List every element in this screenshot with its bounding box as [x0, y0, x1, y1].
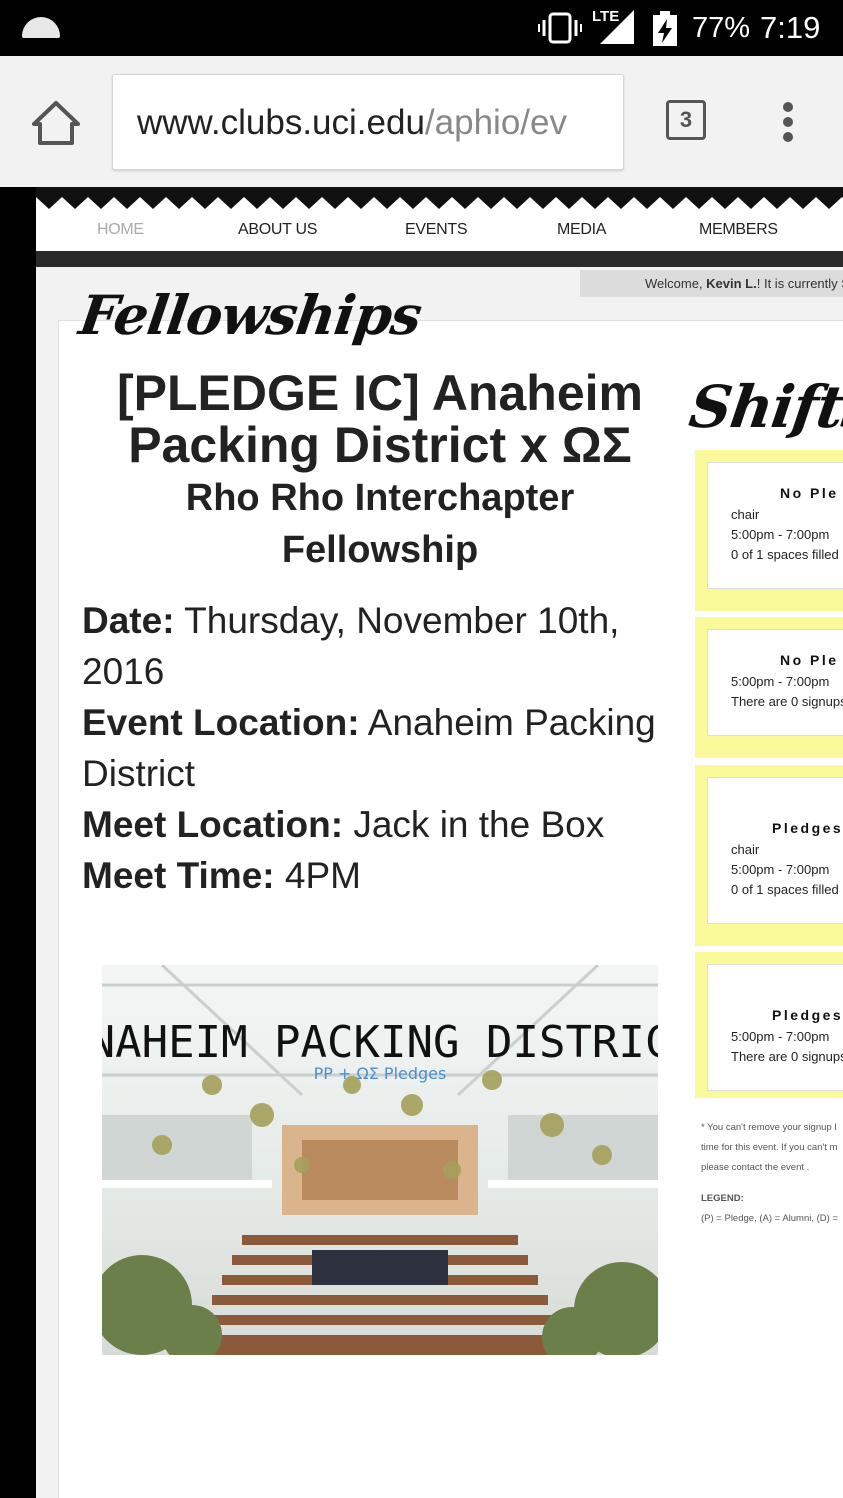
tab-count: 3 [679, 107, 693, 132]
shift-card: No Ple 5:00pm - 7:00pm There are 0 signu… [695, 617, 843, 758]
shift-title: Pledges [772, 1007, 843, 1023]
meet-location-label: Meet Location: [82, 804, 344, 845]
web-page: HOME ABOUT US EVENTS MEDIA MEMBERS Welco… [0, 187, 843, 1498]
shift-time: 5:00pm - 7:00pm [731, 674, 830, 689]
legend-label: LEGEND: [701, 1193, 744, 1204]
address-bar[interactable]: www.clubs.uci.edu/aphio/ev [112, 74, 624, 170]
shift-card-body: No Ple 5:00pm - 7:00pm There are 0 signu… [707, 629, 843, 736]
signup-note-line1: * You can't remove your signup l [701, 1122, 837, 1133]
shift-status: 0 of 1 spaces filled [731, 547, 839, 562]
signup-note-line2: time for this event. If you can't m [701, 1142, 838, 1153]
photo-title: ANAHEIM PACKING DISTRICT [102, 1017, 658, 1068]
shift-title: Pledges [772, 820, 843, 836]
date-label: Date: [82, 600, 175, 641]
shifts-heading: Shifts [685, 373, 843, 441]
nav-home[interactable]: HOME [97, 221, 144, 239]
nav-divider [36, 251, 843, 267]
zigzag-border [36, 187, 843, 211]
event-title: [PLEDGE IC] Anaheim Packing District x Ω… [80, 367, 680, 575]
event-title-line1: [PLEDGE IC] Anaheim [117, 365, 643, 421]
browser-toolbar: www.clubs.uci.edu/aphio/ev 3 [0, 56, 843, 187]
battery-percentage: 77% [692, 12, 751, 44]
shift-card: Pledges chair 5:00pm - 7:00pm 0 of 1 spa… [695, 765, 843, 946]
nav-events[interactable]: EVENTS [405, 221, 468, 239]
url-domain: www.clubs.uci.edu [137, 103, 425, 142]
shift-card: Pledges 5:00pm - 7:00pm There are 0 sign… [695, 952, 843, 1098]
meet-location: Meet Location: Jack in the Box [82, 799, 672, 850]
shift-card: No Ple chair 5:00pm - 7:00pm 0 of 1 spac… [695, 450, 843, 611]
location-label: Event Location: [82, 702, 360, 743]
vibrate-icon [538, 12, 582, 44]
battery-charging-icon [653, 11, 677, 46]
network-type: LTE [592, 8, 620, 25]
welcome-user-name: Kevin L. [706, 276, 757, 291]
page-left-edge [0, 187, 36, 1498]
overflow-menu-icon[interactable] [776, 100, 802, 146]
shift-status: 0 of 1 spaces filled [731, 882, 839, 897]
shift-status: There are 0 signups [731, 694, 843, 709]
event-details: Date: Thursday, November 10th, 2016 Even… [82, 595, 672, 901]
meet-time-value: 4PM [284, 855, 361, 896]
event-subtitle-line2: Fellowship [281, 529, 479, 571]
event-date: Date: Thursday, November 10th, 2016 [82, 595, 672, 697]
meet-time: Meet Time: 4PM [82, 850, 672, 901]
event-subtitle-line1: Rho Rho Interchapter [185, 477, 575, 519]
section-heading: Fellowships [75, 283, 426, 347]
nav-media[interactable]: MEDIA [557, 221, 606, 239]
welcome-prefix: Welcome, [645, 276, 707, 291]
notification-icon [22, 17, 60, 38]
shift-time: 5:00pm - 7:00pm [731, 1029, 830, 1044]
shift-card-body: Pledges 5:00pm - 7:00pm There are 0 sign… [707, 964, 843, 1091]
nav-members[interactable]: MEMBERS [699, 221, 778, 239]
event-title-line2: Packing District x ΩΣ [128, 417, 632, 473]
clock: 7:19 [760, 10, 821, 45]
shift-time: 5:00pm - 7:00pm [731, 527, 830, 542]
meet-location-value: Jack in the Box [353, 804, 605, 845]
meet-time-label: Meet Time: [82, 855, 275, 896]
home-icon[interactable] [30, 100, 82, 146]
welcome-banner: Welcome, Kevin L.! It is currently S [580, 270, 843, 297]
shift-role: chair [731, 507, 760, 522]
event-photo: ANAHEIM PACKING DISTRICT PP + ΩΣ Pledges [102, 965, 658, 1355]
photo-caption: PP + ΩΣ Pledges [314, 1064, 447, 1083]
legend-text: (P) = Pledge, (A) = Alumni, (D) = [701, 1213, 839, 1224]
event-location: Event Location: Anaheim Packing District [82, 697, 672, 799]
shift-card-body: No Ple chair 5:00pm - 7:00pm 0 of 1 spac… [707, 462, 843, 589]
shift-role: chair [731, 842, 760, 857]
url-path: /aphio/ev [424, 103, 567, 142]
shift-time: 5:00pm - 7:00pm [731, 862, 830, 877]
url-text: www.clubs.uci.edu/aphio/ev [137, 103, 567, 143]
shift-status: There are 0 signups [731, 1049, 843, 1064]
shift-card-body: Pledges chair 5:00pm - 7:00pm 0 of 1 spa… [707, 777, 843, 924]
site-navigation: HOME ABOUT US EVENTS MEDIA MEMBERS [36, 209, 843, 251]
signup-note-line3: please contact the event . [701, 1162, 810, 1173]
shift-title: No Ple [780, 485, 839, 501]
nav-about-us[interactable]: ABOUT US [238, 221, 317, 239]
tabs-icon[interactable]: 3 [666, 100, 706, 140]
shift-title: No Ple [780, 652, 839, 668]
welcome-suffix: ! It is currently S [756, 276, 843, 291]
status-bar: LTE 77% 7:19 [0, 0, 843, 56]
